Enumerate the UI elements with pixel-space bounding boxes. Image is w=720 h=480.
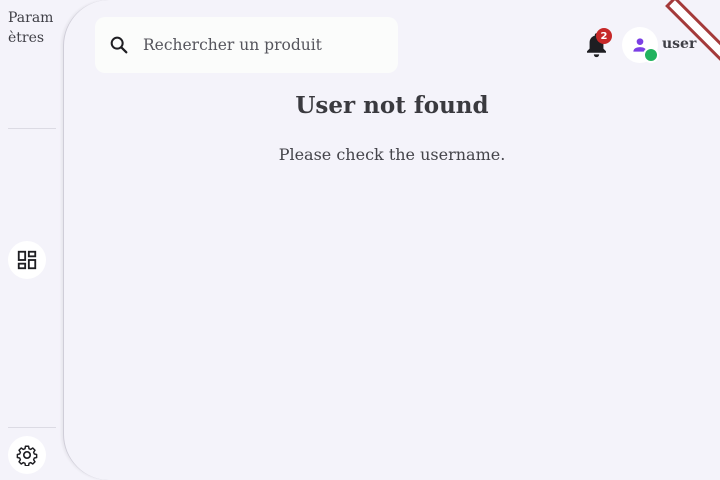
dashboard-button[interactable] [8,241,46,279]
side-rail: Paramètres [0,0,64,480]
search-input[interactable] [143,36,383,54]
page-title: User not found [295,92,489,119]
dashboard-icon [17,250,37,270]
gear-icon [16,445,38,466]
settings-button[interactable] [8,436,46,474]
rail-divider [8,128,56,129]
search-bar[interactable] [95,17,398,73]
notification-badge: 2 [596,28,612,44]
username-label[interactable]: user [662,36,696,52]
sidebar-label[interactable]: Paramètres [8,8,60,48]
rail-divider [8,427,56,428]
error-message: Please check the username. [278,145,506,164]
online-status-dot [643,47,659,63]
search-icon [110,36,128,54]
